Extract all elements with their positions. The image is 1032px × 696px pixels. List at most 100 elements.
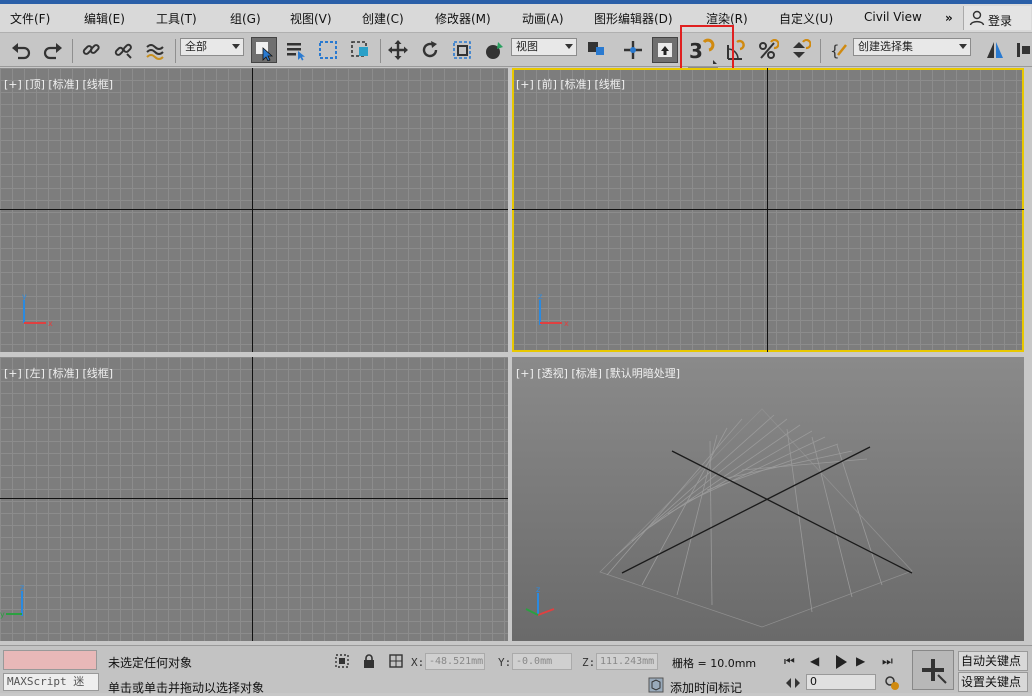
key-plus-icon: [922, 659, 947, 684]
move-button[interactable]: [385, 37, 411, 63]
menu-rendering[interactable]: 渲染(R): [706, 10, 748, 27]
y-coord-field[interactable]: -0.0mm: [512, 653, 572, 670]
menu-create[interactable]: 创建(C): [362, 10, 404, 27]
svg-text:z: z: [20, 583, 24, 592]
menu-tools[interactable]: 工具(T): [156, 10, 197, 27]
edit-named-selection-button[interactable]: {: [826, 37, 852, 63]
rotate-icon: [422, 41, 438, 58]
redo-icon: [43, 43, 62, 60]
grid-axis-x: [512, 209, 1024, 210]
chevron-down-icon: [959, 44, 967, 49]
redo-button[interactable]: [40, 37, 66, 63]
named-selection-dropdown[interactable]: 创建选择集: [853, 38, 971, 56]
add-time-tag-button[interactable]: 添加时间标记: [670, 679, 742, 696]
menu-file[interactable]: 文件(F): [10, 10, 50, 27]
rect-selection-region-button[interactable]: [315, 37, 341, 63]
axis-gizmo-icon: z: [525, 587, 555, 616]
viewport-label-front[interactable]: [+] [前] [标准] [线框]: [516, 76, 625, 92]
angle-snap-icon: [727, 39, 745, 60]
menu-overflow-button[interactable]: »: [945, 11, 959, 27]
pivot-icon: [588, 42, 604, 55]
time-tag-icon[interactable]: [648, 677, 664, 693]
current-frame-field[interactable]: 0: [806, 674, 876, 690]
pivot-center-button[interactable]: [583, 37, 609, 63]
align-button[interactable]: [1012, 37, 1032, 63]
menu-group[interactable]: 组(G): [230, 10, 261, 27]
link-button[interactable]: [78, 37, 104, 63]
link-icon: [82, 44, 100, 55]
mirror-button[interactable]: [982, 37, 1008, 63]
perspective-grid: [599, 408, 913, 628]
menu-graph-editors[interactable]: 图形编辑器(D): [594, 10, 673, 27]
login-button[interactable]: 登录: [963, 6, 1031, 30]
maxscript-mini-listener[interactable]: MAXScript 迷: [3, 673, 99, 691]
shortcut-override-icon: [658, 43, 672, 57]
select-object-button[interactable]: [251, 37, 277, 63]
percent-snap-button[interactable]: [755, 37, 781, 63]
svg-text:y: y: [0, 610, 5, 619]
isolate-selection-icon[interactable]: [334, 653, 350, 669]
prompt-text: 单击或单击并拖动以选择对象: [108, 681, 265, 695]
percent-snap-icon: [759, 39, 779, 59]
menu-edit[interactable]: 编辑(E): [84, 10, 125, 27]
angle-snap-button[interactable]: [723, 37, 749, 63]
key-mode-icon[interactable]: [785, 675, 801, 691]
select-by-name-button[interactable]: [283, 37, 309, 63]
unlink-button[interactable]: [110, 37, 136, 63]
viewport-label-left[interactable]: [+] [左] [标准] [线框]: [4, 365, 113, 381]
window-crossing-icon: [351, 41, 368, 57]
unlink-icon: [114, 43, 132, 59]
maxscript-listener-field[interactable]: [3, 650, 97, 670]
menu-civil-view[interactable]: Civil View: [864, 10, 922, 24]
window-crossing-button[interactable]: [347, 37, 373, 63]
z-coord-label: Z:: [582, 656, 596, 669]
menu-modifiers[interactable]: 修改器(M): [435, 10, 491, 27]
selection-filter-value: 全部: [185, 40, 207, 53]
bind-space-warp-button[interactable]: [142, 37, 168, 63]
viewport-perspective[interactable]: [+] [透视] [标准] [默认明暗处理] z: [512, 357, 1024, 641]
toolbar-separator: [380, 39, 381, 63]
undo-button[interactable]: [8, 37, 34, 63]
spinner-snap-button[interactable]: [787, 37, 813, 63]
viewport-front[interactable]: [+] [前] [标准] [线框] z x: [512, 68, 1024, 352]
rotate-button[interactable]: [417, 37, 443, 63]
set-key-big-button[interactable]: [912, 650, 954, 690]
snap-3d-icon: 3: [689, 38, 717, 64]
go-to-start-icon[interactable]: ⏮: [784, 654, 798, 668]
viewport-label-top[interactable]: [+] [顶] [标准] [线框]: [4, 76, 113, 92]
scale-button[interactable]: [449, 37, 475, 63]
set-key-button[interactable]: 设置关键点: [958, 672, 1028, 692]
select-manipulate-button[interactable]: [620, 37, 646, 63]
snap-toggle-button[interactable]: 3: [685, 35, 719, 65]
place-button[interactable]: [481, 37, 507, 63]
selection-status-text: 未选定任何对象: [108, 656, 193, 670]
next-frame-icon[interactable]: ▶︎: [856, 654, 870, 668]
menu-views[interactable]: 视图(V): [290, 10, 332, 27]
selection-filter-dropdown[interactable]: 全部: [180, 38, 244, 56]
chevron-down-icon: [232, 44, 240, 49]
z-coord-field[interactable]: 111.243mm: [596, 653, 658, 670]
previous-frame-icon[interactable]: ◀︎: [810, 654, 824, 668]
keyboard-shortcut-override-button[interactable]: [652, 37, 678, 63]
named-selection-icon: {: [830, 42, 847, 60]
status-bar: MAXScript 迷 未选定任何对象 单击或单击并拖动以选择对象 X: -48…: [0, 645, 1032, 696]
grid-axis-x: [0, 209, 508, 210]
play-icon[interactable]: [833, 654, 849, 670]
svg-text:3: 3: [689, 39, 703, 63]
menu-customize[interactable]: 自定义(U): [779, 10, 833, 27]
svg-text:{: {: [830, 42, 840, 60]
scale-icon: [453, 41, 471, 59]
menu-animation[interactable]: 动画(A): [522, 10, 564, 27]
auto-key-button[interactable]: 自动关键点: [958, 651, 1028, 671]
viewport-top[interactable]: [+] [顶] [标准] [线框] y x: [0, 68, 508, 352]
viewport-left[interactable]: [+] [左] [标准] [线框] z y: [0, 357, 508, 641]
go-to-end-icon[interactable]: ⏭: [882, 654, 896, 668]
toolbar-separator: [175, 39, 176, 63]
lock-icon[interactable]: [361, 653, 377, 669]
time-config-icon[interactable]: [884, 675, 900, 691]
reference-coordinate-dropdown[interactable]: 视图: [511, 38, 577, 56]
spinner-snap-icon: [793, 39, 811, 58]
align-icon: [1017, 43, 1030, 57]
absolute-mode-icon[interactable]: [388, 653, 404, 669]
x-coord-field[interactable]: -48.521mm: [425, 653, 485, 670]
